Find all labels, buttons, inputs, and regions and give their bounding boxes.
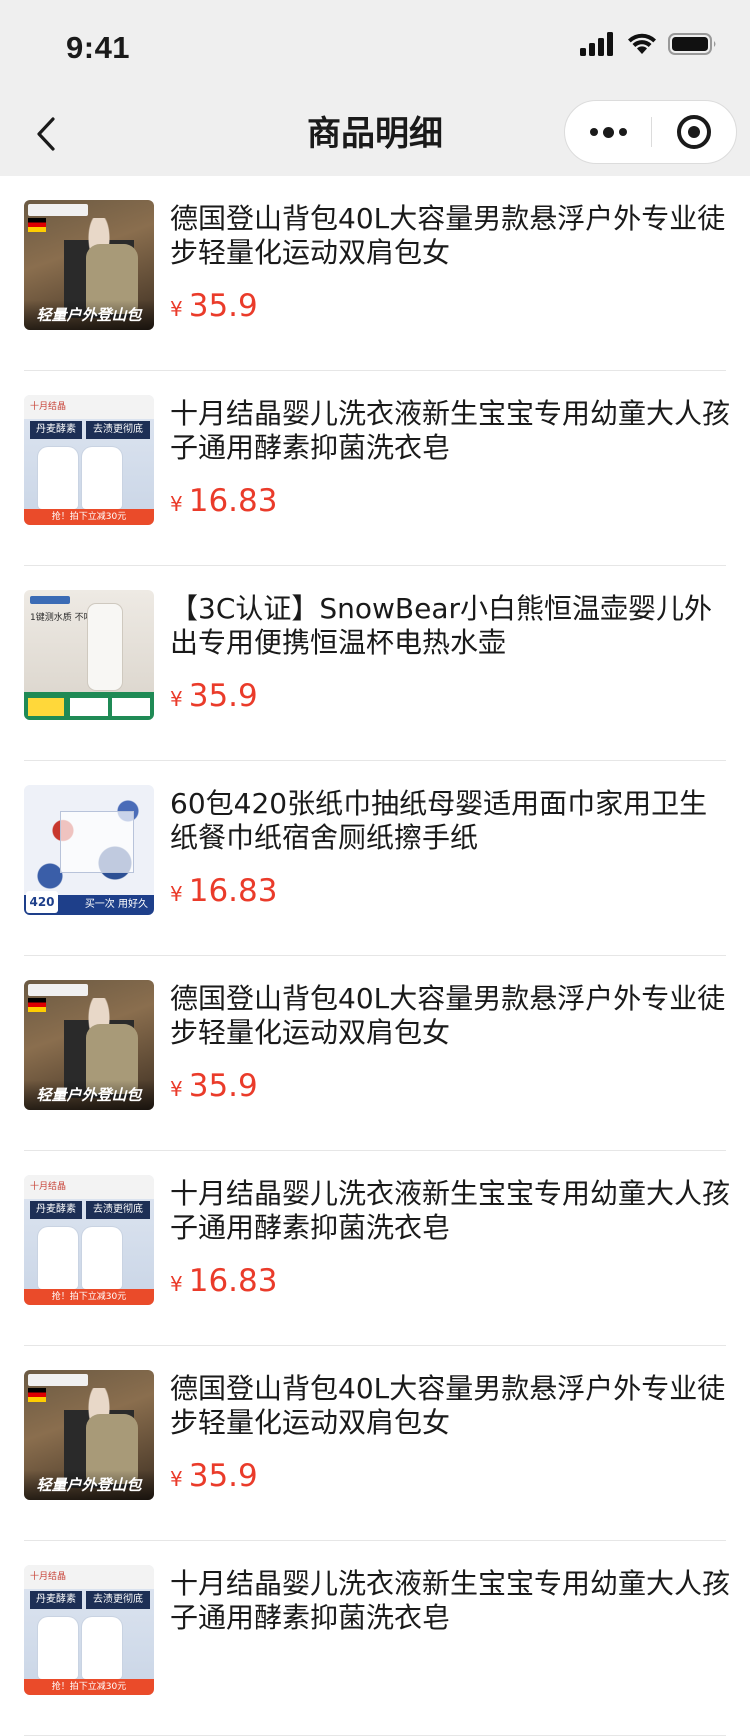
product-title: 德国登山背包40L大容量男款悬浮户外专业徒步轻量化运动双肩包女: [170, 202, 726, 269]
thumbnail-brand: 十月结晶: [30, 402, 67, 412]
bottle-figure: [38, 1617, 78, 1679]
thumbnail-tag: 丹麦酵素: [30, 1201, 82, 1219]
status-time: 9:41: [66, 30, 131, 65]
more-button[interactable]: [565, 101, 651, 163]
product-thumbnail[interactable]: 买一次 用好久 420: [24, 785, 154, 915]
thumbnail-caption: 轻量户外登山包: [24, 300, 154, 330]
battery-icon: [668, 33, 716, 55]
product-item[interactable]: 轻量户外登山包 德国登山背包40L大容量男款悬浮户外专业徒步轻量化运动双肩包女 ¥…: [0, 176, 750, 371]
currency-symbol: ¥: [170, 492, 183, 516]
price-value: 35.9: [188, 288, 258, 324]
product-price: ¥35.9: [170, 1068, 258, 1104]
thumbnail-promo: 抢！拍下立减30元: [24, 1679, 154, 1695]
product-thumbnail[interactable]: 轻量户外登山包: [24, 200, 154, 330]
product-thumbnail[interactable]: 轻量户外登山包: [24, 1370, 154, 1500]
product-price: ¥35.9: [170, 678, 258, 714]
status-bar: 9:41: [0, 0, 750, 92]
status-icons: [580, 32, 718, 56]
product-thumbnail[interactable]: 轻量户外登山包: [24, 980, 154, 1110]
product-price: ¥16.83: [170, 873, 277, 909]
currency-symbol: ¥: [170, 1077, 183, 1101]
brand-logo: [28, 1374, 88, 1386]
cellular-signal-icon: [580, 32, 613, 56]
product-thumbnail[interactable]: 十月结晶 丹麦酵素 去渍更彻底 抢！拍下立减30元: [24, 395, 154, 525]
product-title: 【3C认证】SnowBear小白熊恒温壶婴儿外出专用便携恒温杯电热水壶: [170, 592, 713, 659]
product-price: ¥35.9: [170, 288, 258, 324]
thumbnail-count-badge: 420: [26, 891, 58, 913]
bottle-figure: [82, 1227, 122, 1289]
product-price: ¥35.9: [170, 1458, 258, 1494]
price-value: 35.9: [188, 1458, 258, 1494]
bottle-figure: [82, 447, 122, 509]
product-title: 十月结晶婴儿洗衣液新生宝宝专用幼童大人孩子通用酵素抑菌洗衣皂: [170, 1567, 731, 1634]
currency-symbol: ¥: [170, 1272, 183, 1296]
thumbnail-tag: 丹麦酵素: [30, 1591, 82, 1609]
mini-program-capsule: [564, 100, 737, 164]
product-price: ¥16.83: [170, 483, 277, 519]
product-title: 德国登山背包40L大容量男款悬浮户外专业徒步轻量化运动双肩包女: [170, 1372, 726, 1439]
brand-logo: [30, 596, 70, 604]
product-item[interactable]: 十月结晶 丹麦酵素 去渍更彻底 抢！拍下立减30元 十月结晶婴儿洗衣液新生宝宝专…: [0, 371, 750, 566]
price-value: 35.9: [188, 1068, 258, 1104]
promo-badge: [70, 698, 108, 716]
bottle-figure: [82, 1617, 122, 1679]
price-value: 35.9: [188, 678, 258, 714]
thumbnail-tag: 去渍更彻底: [86, 1201, 150, 1219]
thumbnail-caption: 轻量户外登山包: [24, 1470, 154, 1500]
product-item[interactable]: 轻量户外登山包 德国登山背包40L大容量男款悬浮户外专业徒步轻量化运动双肩包女 ¥…: [0, 1346, 750, 1541]
germany-flag-icon: [28, 1388, 46, 1402]
price-value: 16.83: [188, 483, 278, 519]
currency-symbol: ¥: [170, 882, 183, 906]
tissue-box-figure: [60, 811, 134, 873]
currency-symbol: ¥: [170, 1467, 183, 1491]
thumbnail-tag: 丹麦酵素: [30, 421, 82, 439]
product-title: 十月结晶婴儿洗衣液新生宝宝专用幼童大人孩子通用酵素抑菌洗衣皂: [170, 1177, 731, 1244]
thumbnail-brand: 十月结晶: [30, 1182, 67, 1192]
product-title: 60包420张纸巾抽纸母婴适用面巾家用卫生纸餐巾纸宿舍厕纸擦手纸: [170, 787, 708, 854]
thumbnail-caption: 轻量户外登山包: [24, 1080, 154, 1110]
currency-symbol: ¥: [170, 687, 183, 711]
bottle-figure: [38, 447, 78, 509]
product-title: 德国登山背包40L大容量男款悬浮户外专业徒步轻量化运动双肩包女: [170, 982, 726, 1049]
kettle-figure: [88, 604, 122, 690]
promo-badge: [28, 698, 64, 716]
product-item[interactable]: 1键测水质 不喝"胶水" 【3C认证】SnowBear小白熊恒温壶婴儿外出专用便…: [0, 566, 750, 761]
thumbnail-brand: 十月结晶: [30, 1572, 67, 1582]
product-item[interactable]: 十月结晶 丹麦酵素 去渍更彻底 抢！拍下立减30元 十月结晶婴儿洗衣液新生宝宝专…: [0, 1151, 750, 1346]
thumbnail-tag: 去渍更彻底: [86, 1591, 150, 1609]
product-thumbnail[interactable]: 十月结晶 丹麦酵素 去渍更彻底 抢！拍下立减30元: [24, 1565, 154, 1695]
product-list: 轻量户外登山包 德国登山背包40L大容量男款悬浮户外专业徒步轻量化运动双肩包女 ¥…: [0, 176, 750, 1736]
product-thumbnail[interactable]: 十月结晶 丹麦酵素 去渍更彻底 抢！拍下立减30元: [24, 1175, 154, 1305]
brand-logo: [28, 204, 88, 216]
bottle-figure: [38, 1227, 78, 1289]
brand-logo: [28, 984, 88, 996]
product-item[interactable]: 轻量户外登山包 德国登山背包40L大容量男款悬浮户外专业徒步轻量化运动双肩包女 ¥…: [0, 956, 750, 1151]
nav-bar: 商品明细: [0, 92, 750, 176]
price-value: 16.83: [188, 1263, 278, 1299]
germany-flag-icon: [28, 218, 46, 232]
promo-badge: [112, 698, 150, 716]
thumbnail-promo: 抢！拍下立减30元: [24, 1289, 154, 1305]
more-dots-icon: [589, 126, 627, 138]
currency-symbol: ¥: [170, 297, 183, 321]
target-circle-icon: [677, 115, 711, 149]
price-value: 16.83: [188, 873, 278, 909]
close-mini-program-button[interactable]: [652, 101, 736, 163]
product-item[interactable]: 十月结晶 丹麦酵素 去渍更彻底 抢！拍下立减30元 十月结晶婴儿洗衣液新生宝宝专…: [0, 1541, 750, 1736]
product-price: ¥16.83: [170, 1263, 277, 1299]
product-thumbnail[interactable]: 1键测水质 不喝"胶水": [24, 590, 154, 720]
thumbnail-tag: 去渍更彻底: [86, 421, 150, 439]
germany-flag-icon: [28, 998, 46, 1012]
thumbnail-promo: 抢！拍下立减30元: [24, 509, 154, 525]
wifi-icon: [628, 33, 656, 54]
product-title: 十月结晶婴儿洗衣液新生宝宝专用幼童大人孩子通用酵素抑菌洗衣皂: [170, 397, 731, 464]
product-item[interactable]: 买一次 用好久 420 60包420张纸巾抽纸母婴适用面巾家用卫生纸餐巾纸宿舍厕…: [0, 761, 750, 956]
